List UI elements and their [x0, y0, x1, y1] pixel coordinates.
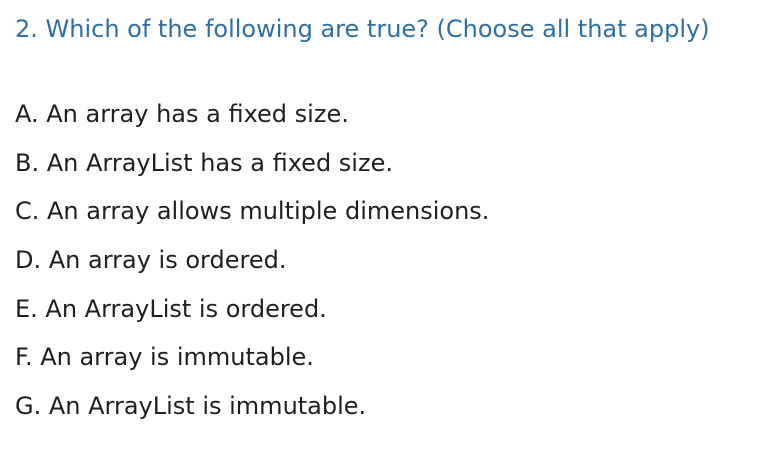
answer-option-f: F. An array is immutable. [15, 343, 314, 372]
question-title: 2. Which of the following are true? (Cho… [15, 15, 710, 43]
answer-option-g: G. An ArrayList is immutable. [15, 392, 367, 421]
answer-option-d: D. An array is ordered. [15, 246, 287, 275]
answer-option-a: A. An array has a fixed size. [15, 100, 349, 128]
answer-option-b: B. An ArrayList has a fixed size. [15, 148, 393, 177]
answer-option-c: C. An array allows multiple dimensions. [15, 197, 490, 226]
answer-options-list: A. An array has a fixed size. B. An Arra… [15, 97, 489, 438]
answer-option-e: E. An ArrayList is ordered. [15, 294, 327, 323]
